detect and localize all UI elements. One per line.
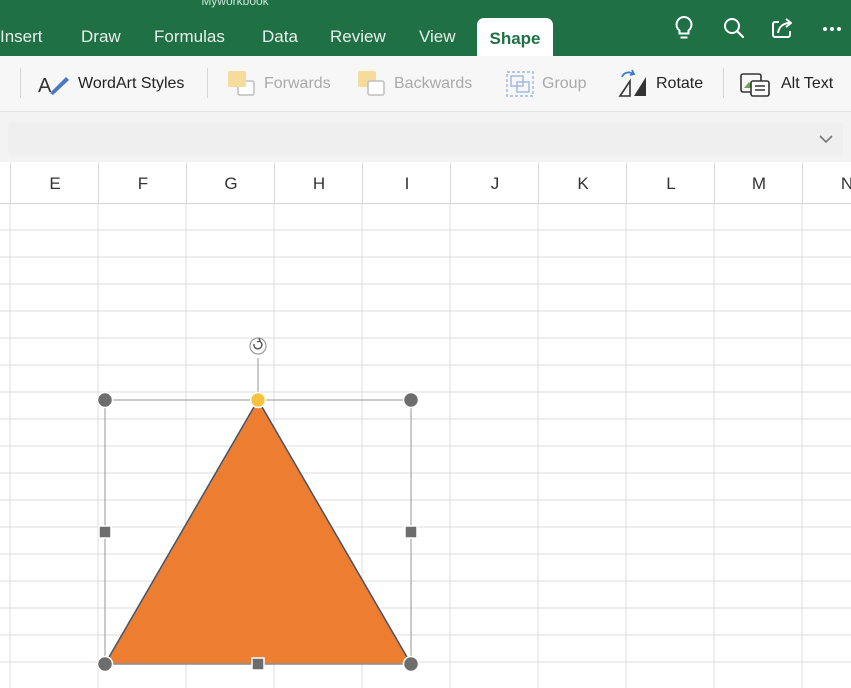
- formula-bar: [0, 112, 851, 162]
- ribbon-separator: [20, 68, 21, 98]
- column-header-g[interactable]: G: [186, 163, 275, 203]
- tab-review[interactable]: Review: [330, 27, 386, 47]
- alt-text-button[interactable]: Alt Text: [739, 56, 833, 111]
- column-header-m[interactable]: M: [714, 163, 803, 203]
- group-label: Group: [542, 74, 587, 92]
- forwards-label: Forwards: [264, 74, 331, 92]
- shape-ribbon: A WordArt Styles Forwards Backwards Grou…: [0, 56, 851, 112]
- group-button[interactable]: Group: [504, 56, 586, 111]
- chevron-down-icon[interactable]: [818, 132, 834, 146]
- tab-shape[interactable]: Shape: [477, 18, 553, 60]
- resize-handle-bottom[interactable]: [251, 657, 265, 671]
- column-header-e[interactable]: E: [10, 163, 99, 203]
- lightbulb-icon[interactable]: [670, 14, 698, 42]
- group-icon: [506, 70, 534, 97]
- bring-forward-button[interactable]: Forwards: [226, 56, 331, 111]
- rotate-label: Rotate: [656, 74, 704, 92]
- resize-handle-top-left[interactable]: [96, 391, 114, 409]
- column-header-h[interactable]: H: [274, 163, 363, 203]
- formula-input[interactable]: [8, 122, 843, 156]
- rotate-handle[interactable]: [249, 337, 267, 355]
- wordart-icon: A: [38, 75, 69, 97]
- send-backward-button[interactable]: Backwards: [356, 56, 472, 111]
- triangle-shape[interactable]: [103, 398, 413, 665]
- column-header-n[interactable]: N: [802, 163, 851, 203]
- wordart-styles-button[interactable]: A WordArt Styles: [38, 56, 184, 111]
- tab-data[interactable]: Data: [262, 27, 298, 47]
- send-backward-icon: [358, 70, 385, 96]
- rotate-button[interactable]: Rotate: [616, 56, 703, 111]
- cell-grid[interactable]: [0, 203, 851, 688]
- resize-handle-top-right[interactable]: [402, 391, 420, 409]
- alt-text-label: Alt Text: [781, 74, 834, 92]
- resize-handle-bottom-right[interactable]: [402, 655, 420, 673]
- tab-insert[interactable]: Insert: [0, 27, 43, 47]
- resize-handle-left[interactable]: [98, 525, 112, 539]
- ribbon-separator: [723, 68, 724, 98]
- bring-forward-icon: [228, 70, 255, 96]
- adjustment-handle[interactable]: [249, 391, 267, 409]
- rotate-icon: [618, 69, 646, 97]
- ribbon-tab-bar: Myworkbook Insert Draw Formulas Data Rev…: [0, 0, 851, 60]
- column-headers: E F G H I J K L M N: [0, 163, 851, 204]
- search-icon[interactable]: [720, 14, 748, 42]
- more-icon[interactable]: [818, 14, 846, 42]
- resize-handle-right[interactable]: [404, 525, 418, 539]
- wordart-styles-label: WordArt Styles: [78, 74, 185, 92]
- resize-handle-bottom-left[interactable]: [96, 655, 114, 673]
- tab-draw[interactable]: Draw: [81, 27, 121, 47]
- document-title: Myworkbook: [201, 0, 269, 8]
- tab-formulas[interactable]: Formulas: [154, 27, 225, 47]
- share-icon[interactable]: [768, 14, 796, 42]
- column-header-i[interactable]: I: [362, 163, 451, 203]
- ribbon-separator: [207, 68, 208, 98]
- tab-view[interactable]: View: [419, 27, 456, 47]
- alt-text-icon: [740, 72, 770, 97]
- column-header-k[interactable]: K: [538, 163, 627, 203]
- column-header-j[interactable]: J: [450, 163, 539, 203]
- column-header-l[interactable]: L: [626, 163, 715, 203]
- backwards-label: Backwards: [394, 74, 473, 92]
- column-header-f[interactable]: F: [98, 163, 187, 203]
- svg-text:A: A: [38, 75, 52, 97]
